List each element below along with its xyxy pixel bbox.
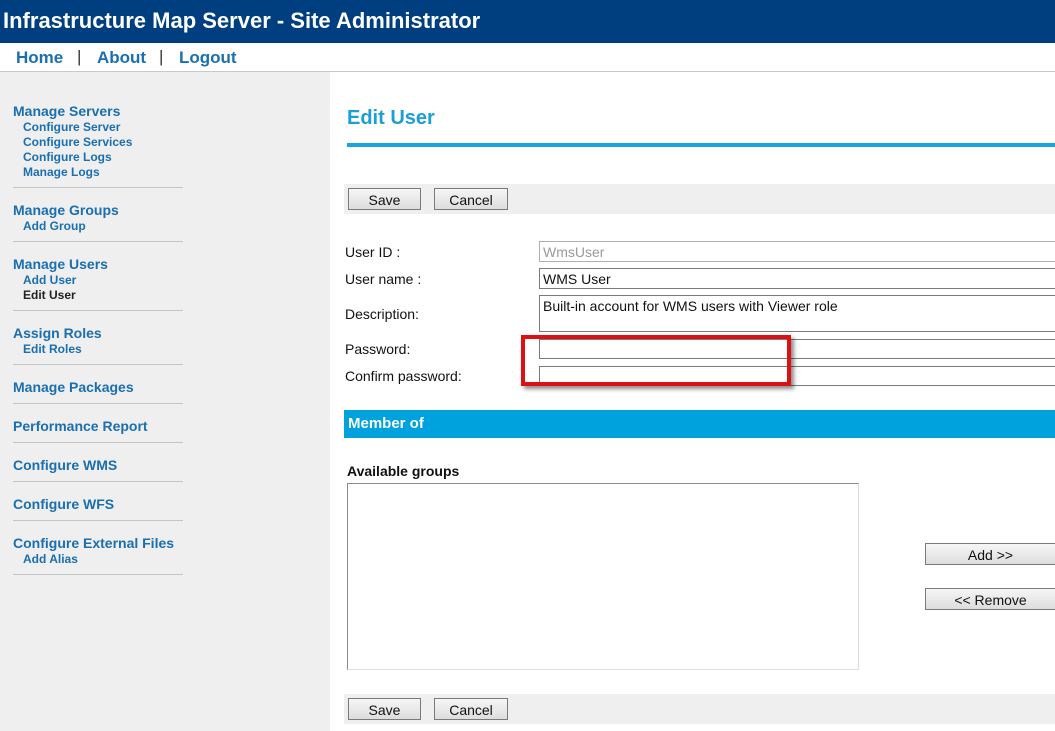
save-button[interactable]: Save <box>348 698 421 720</box>
cancel-button[interactable]: Cancel <box>434 698 508 720</box>
sidebar-divider <box>13 187 183 188</box>
sidebar-group-manage-servers: Manage Servers Configure Server Configur… <box>13 103 183 180</box>
member-of-section-bar: Member of <box>344 410 1055 438</box>
sidebar-link-manage-groups[interactable]: Manage Groups <box>13 202 183 219</box>
top-button-bar: Save Cancel <box>344 184 1055 214</box>
sidebar-link-manage-logs[interactable]: Manage Logs <box>13 165 183 180</box>
sidebar-group-performance-report: Performance Report <box>13 418 183 435</box>
title-divider <box>347 143 1055 147</box>
page-title: Edit User <box>347 107 435 129</box>
sidebar-group-manage-packages: Manage Packages <box>13 379 183 396</box>
sidebar-group-configure-wms: Configure WMS <box>13 457 183 474</box>
sidebar-link-add-alias[interactable]: Add Alias <box>13 552 183 567</box>
sidebar-divider <box>13 403 183 404</box>
sidebar-link-edit-user[interactable]: Edit User <box>13 288 183 303</box>
sidebar-link-assign-roles[interactable]: Assign Roles <box>13 325 183 342</box>
bottom-button-bar: Save Cancel <box>344 694 1055 724</box>
user-id-field: WmsUser <box>539 241 1055 262</box>
nav-separator: | <box>77 47 82 66</box>
sidebar-divider <box>13 520 183 521</box>
password-highlight-box <box>521 335 791 386</box>
sidebar-divider <box>13 364 183 365</box>
remove-group-button[interactable]: << Remove <box>925 588 1055 610</box>
user-id-label: User ID : <box>345 244 401 260</box>
sidebar-link-add-group[interactable]: Add Group <box>13 219 183 234</box>
password-label: Password: <box>345 341 411 357</box>
sidebar-link-add-user[interactable]: Add User <box>13 273 183 288</box>
sidebar-divider <box>13 241 183 242</box>
title-bar: Infrastructure Map Server - Site Adminis… <box>0 0 1055 43</box>
nav-about-link[interactable]: About <box>97 48 146 68</box>
sidebar-link-manage-servers[interactable]: Manage Servers <box>13 103 183 120</box>
nav-home-link[interactable]: Home <box>16 48 63 68</box>
sidebar-group-manage-users: Manage Users Add User Edit User <box>13 256 183 303</box>
sidebar-group-assign-roles: Assign Roles Edit Roles <box>13 325 183 357</box>
description-field[interactable]: Built-in account for WMS users with View… <box>539 295 1055 332</box>
sidebar-link-edit-roles[interactable]: Edit Roles <box>13 342 183 357</box>
cancel-button[interactable]: Cancel <box>434 188 508 210</box>
sidebar-link-configure-server[interactable]: Configure Server <box>13 120 183 135</box>
nav-logout-link[interactable]: Logout <box>179 48 237 68</box>
sidebar-group-configure-wfs: Configure WFS <box>13 496 183 513</box>
sidebar-link-configure-services[interactable]: Configure Services <box>13 135 183 150</box>
sidebar-link-manage-users[interactable]: Manage Users <box>13 256 183 273</box>
main-content: Edit User Save Cancel User ID : WmsUser … <box>330 72 1055 731</box>
available-groups-list[interactable] <box>347 483 859 670</box>
sidebar-link-configure-logs[interactable]: Configure Logs <box>13 150 183 165</box>
nav-separator: | <box>159 47 164 66</box>
sidebar-link-performance-report[interactable]: Performance Report <box>13 418 183 435</box>
sidebar-divider <box>13 442 183 443</box>
description-label: Description: <box>345 306 419 322</box>
sidebar-group-configure-external-files: Configure External Files Add Alias <box>13 535 183 567</box>
save-button[interactable]: Save <box>348 188 421 210</box>
sidebar-link-manage-packages[interactable]: Manage Packages <box>13 379 183 396</box>
app-title: Infrastructure Map Server - Site Adminis… <box>3 8 481 33</box>
sidebar-divider <box>13 310 183 311</box>
top-nav: Home | About | Logout <box>0 43 1055 72</box>
sidebar: Manage Servers Configure Server Configur… <box>0 72 330 731</box>
confirm-password-label: Confirm password: <box>345 368 462 384</box>
sidebar-group-manage-groups: Manage Groups Add Group <box>13 202 183 234</box>
member-of-title: Member of <box>348 415 424 432</box>
user-name-field[interactable]: WMS User <box>539 268 1055 289</box>
add-group-button[interactable]: Add >> <box>925 543 1055 565</box>
sidebar-divider <box>13 481 183 482</box>
sidebar-link-configure-external-files[interactable]: Configure External Files <box>13 535 183 552</box>
user-name-label: User name : <box>345 271 422 287</box>
available-groups-label: Available groups <box>347 463 460 479</box>
sidebar-divider <box>13 574 183 575</box>
sidebar-link-configure-wfs[interactable]: Configure WFS <box>13 496 183 513</box>
sidebar-link-configure-wms[interactable]: Configure WMS <box>13 457 183 474</box>
